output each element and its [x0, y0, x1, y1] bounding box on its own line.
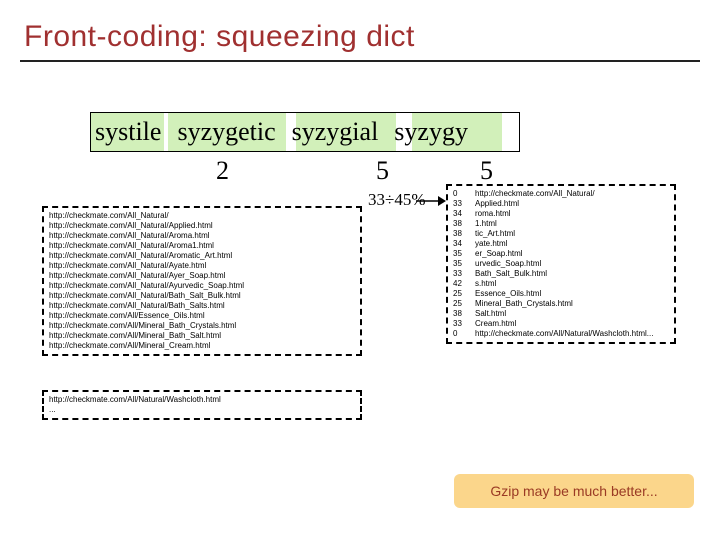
- word-4: syzygy: [390, 113, 472, 151]
- frontcoded-row: 35er_Soap.html: [453, 249, 669, 259]
- word-1: systile: [91, 113, 165, 151]
- suffix-value: Mineral_Bath_Crystals.html: [475, 299, 669, 309]
- suffix-value: yate.html: [475, 239, 669, 249]
- offset-value: 33: [453, 199, 475, 209]
- url-row: http://checkmate.com/All_Natural/Ayate.h…: [49, 261, 355, 271]
- offset-value: 33: [453, 319, 475, 329]
- arrow-right-icon: [416, 194, 446, 208]
- prefix-len-5a: 5: [376, 156, 389, 186]
- url-list-next-block: http://checkmate.com/All/Natural/Washclo…: [42, 390, 362, 420]
- frontcoded-row: 381.html: [453, 219, 669, 229]
- url-row: http://checkmate.com/All_Natural/Bath_Sa…: [49, 301, 355, 311]
- offset-value: 42: [453, 279, 475, 289]
- url-list-frontcoded: 0http://checkmate.com/All_Natural/33Appl…: [446, 184, 676, 344]
- suffix-value: http://checkmate.com/All/Natural/Washclo…: [475, 329, 669, 339]
- url-row: http://checkmate.com/All_Natural/: [49, 211, 355, 221]
- url-row: http://checkmate.com/All/Mineral_Cream.h…: [49, 341, 355, 351]
- suffix-value: http://checkmate.com/All_Natural/: [475, 189, 669, 199]
- frontcoded-row: 34yate.html: [453, 239, 669, 249]
- url-row: http://checkmate.com/All/Mineral_Bath_Cr…: [49, 321, 355, 331]
- url-row: http://checkmate.com/All/Natural/Washclo…: [49, 395, 355, 405]
- offset-value: 38: [453, 219, 475, 229]
- frontcoded-row: 38Salt.html: [453, 309, 669, 319]
- suffix-value: Bath_Salt_Bulk.html: [475, 269, 669, 279]
- url-row: ...: [49, 405, 355, 415]
- words-box: systile syzygetic syzygial syzygy: [90, 112, 520, 152]
- word-2: syzygetic: [173, 113, 279, 151]
- suffix-value: Salt.html: [475, 309, 669, 319]
- url-row: http://checkmate.com/All/Mineral_Bath_Sa…: [49, 331, 355, 341]
- url-row: http://checkmate.com/All_Natural/Aroma.h…: [49, 231, 355, 241]
- frontcoded-row: 35urvedic_Soap.html: [453, 259, 669, 269]
- frontcoded-row: 25Mineral_Bath_Crystals.html: [453, 299, 669, 309]
- url-row: http://checkmate.com/All_Natural/Aroma1.…: [49, 241, 355, 251]
- suffix-value: 1.html: [475, 219, 669, 229]
- slide-title: Front-coding: squeezing dict: [0, 0, 720, 58]
- url-list-original: http://checkmate.com/All_Natural/http://…: [42, 206, 362, 356]
- suffix-value: tic_Art.html: [475, 229, 669, 239]
- url-row: http://checkmate.com/All_Natural/Aromati…: [49, 251, 355, 261]
- gzip-note: Gzip may be much better...: [454, 474, 694, 508]
- offset-value: 25: [453, 299, 475, 309]
- url-row: http://checkmate.com/All_Natural/Bath_Sa…: [49, 291, 355, 301]
- url-row: http://checkmate.com/All_Natural/Ayer_So…: [49, 271, 355, 281]
- frontcoded-row: 42s.html: [453, 279, 669, 289]
- frontcoded-row: 25Essence_Oils.html: [453, 289, 669, 299]
- frontcoded-row: 0http://checkmate.com/All_Natural/: [453, 189, 669, 199]
- url-row: http://checkmate.com/All/Essence_Oils.ht…: [49, 311, 355, 321]
- frontcoded-row: 0http://checkmate.com/All/Natural/Washcl…: [453, 329, 669, 339]
- suffix-value: urvedic_Soap.html: [475, 259, 669, 269]
- suffix-value: er_Soap.html: [475, 249, 669, 259]
- suffix-value: Essence_Oils.html: [475, 289, 669, 299]
- url-row: http://checkmate.com/All_Natural/Ayurved…: [49, 281, 355, 291]
- frontcoded-row: 34roma.html: [453, 209, 669, 219]
- url-row: http://checkmate.com/All_Natural/Applied…: [49, 221, 355, 231]
- prefix-len-2: 2: [216, 156, 229, 186]
- offset-value: 35: [453, 259, 475, 269]
- prefix-len-5b: 5: [480, 156, 493, 186]
- title-rule: [20, 60, 700, 62]
- offset-value: 0: [453, 189, 475, 199]
- offset-value: 0: [453, 329, 475, 339]
- offset-value: 34: [453, 209, 475, 219]
- frontcoded-row: 33Applied.html: [453, 199, 669, 209]
- suffix-value: roma.html: [475, 209, 669, 219]
- frontcoded-row: 38tic_Art.html: [453, 229, 669, 239]
- suffix-value: Cream.html: [475, 319, 669, 329]
- suffix-value: Applied.html: [475, 199, 669, 209]
- frontcoded-row: 33Bath_Salt_Bulk.html: [453, 269, 669, 279]
- word-3: syzygial: [288, 113, 383, 151]
- offset-value: 38: [453, 309, 475, 319]
- offset-value: 38: [453, 229, 475, 239]
- offset-value: 25: [453, 289, 475, 299]
- offset-value: 33: [453, 269, 475, 279]
- offset-value: 35: [453, 249, 475, 259]
- offset-value: 34: [453, 239, 475, 249]
- frontcoded-row: 33Cream.html: [453, 319, 669, 329]
- suffix-value: s.html: [475, 279, 669, 289]
